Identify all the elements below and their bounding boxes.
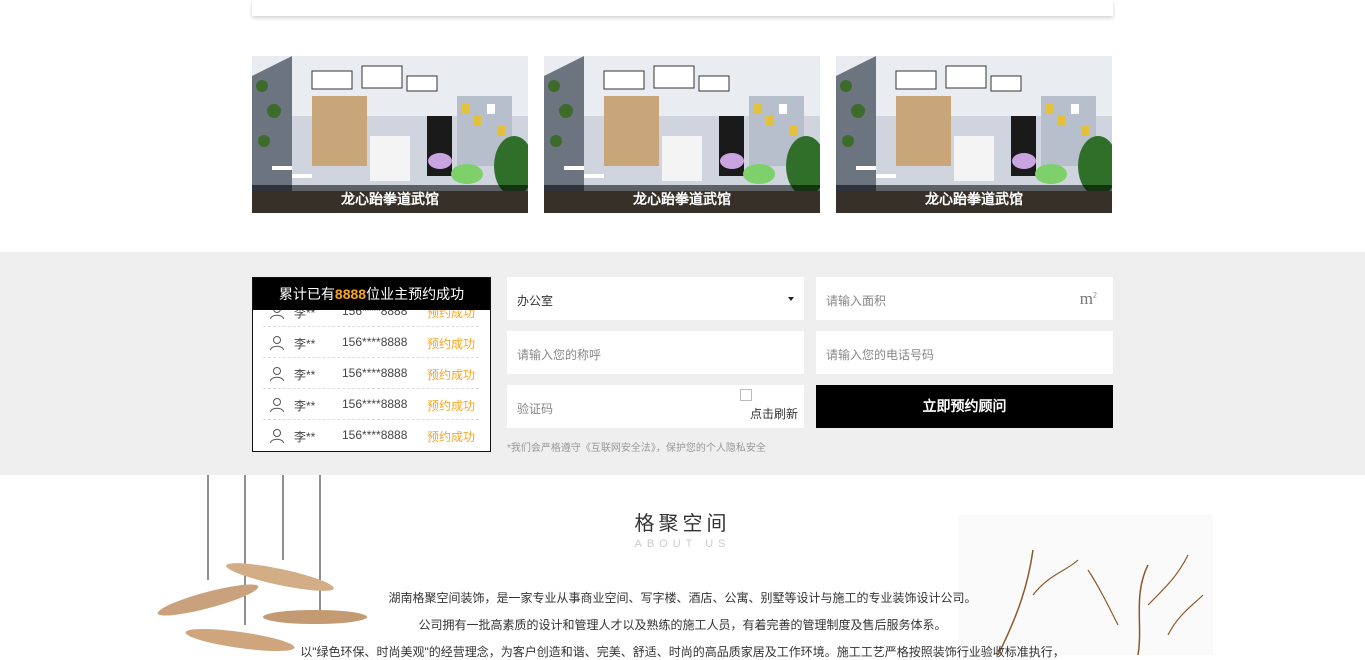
ticker-name: 李**	[294, 310, 316, 320]
area-unit-base: m	[1079, 289, 1093, 308]
chevron-down-icon	[788, 297, 794, 301]
ticker-name: 李**	[294, 368, 316, 382]
case-card[interactable]: 龙心跆拳道武馆	[544, 56, 820, 213]
ticker-row: 李** 156****8888 预约成功	[263, 420, 479, 450]
ticker-row: 李** 156****8888 预约成功	[263, 389, 479, 420]
ticker-status: 预约成功	[426, 399, 475, 413]
ticker-status: 预约成功	[426, 310, 475, 320]
captcha-input[interactable]: 验证码 点击刷新	[507, 385, 804, 428]
captcha-placeholder: 验证码	[517, 402, 554, 416]
ticker-name: 李**	[294, 430, 316, 444]
ticker-phone: 156****8888	[342, 397, 408, 411]
ticker-status: 预约成功	[426, 430, 475, 444]
captcha-image[interactable]: 点击刷新	[740, 389, 798, 423]
case-grid: 龙心跆拳道武馆 龙心跆拳道武馆 龙心跆拳道武馆	[252, 56, 1113, 213]
ticker-status: 预约成功	[426, 337, 475, 351]
user-icon	[270, 336, 284, 351]
ticker-status: 预约成功	[426, 368, 475, 382]
area-unit: m2	[1080, 289, 1097, 309]
about-title: 格聚空间	[634, 513, 731, 535]
ticker-header: 累计已有8888位业主预约成功	[253, 278, 490, 310]
privacy-note: *我们会严格遵守《互联网安全法》，保护您的个人隐私安全	[507, 443, 766, 454]
broken-image-icon	[740, 389, 752, 401]
captcha-refresh-label: 点击刷新	[750, 407, 799, 421]
space-type-value: 办公室	[517, 294, 554, 308]
ticker-head-suffix: 位业主预约成功	[366, 286, 465, 302]
top-card	[252, 0, 1113, 16]
area-unit-sup: 2	[1093, 290, 1097, 300]
about-paragraph: 以"绿色环保、时尚美观"的经营理念，为客户创造和谐、完美、舒适、时尚的高品质家居…	[300, 645, 1065, 659]
ticker-name: 李**	[294, 337, 316, 351]
ticker-row: 李** 156****8888 预约成功	[263, 310, 479, 327]
phone-placeholder: 请输入您的电话号码	[826, 348, 935, 362]
case-caption: 龙心跆拳道武馆	[836, 185, 1112, 213]
about-paragraph: 公司拥有一批高素质的设计和管理人才以及熟练的施工人员，有着完善的管理制度及售后服…	[418, 618, 947, 632]
ticker-phone: 156****8888	[342, 428, 408, 442]
ticker-phone: 156****8888	[342, 335, 408, 349]
ticker-phone: 156****8888	[342, 366, 408, 380]
area-input[interactable]: 请输入面积 m2	[816, 277, 1113, 320]
about-subtitle: ABOUT US	[634, 538, 731, 550]
ticker-row: 李** 156****8888 预约成功	[263, 327, 479, 358]
booking-ticker: 累计已有8888位业主预约成功 李** 156****8888 预约成功 李**…	[252, 277, 491, 452]
ticker-head-prefix: 累计已有	[278, 286, 335, 302]
submit-booking-button[interactable]: 立即预约顾问	[816, 385, 1113, 428]
ticker-list: 李** 156****8888 预约成功 李** 156****8888 预约成…	[253, 310, 490, 450]
area-placeholder: 请输入面积	[826, 294, 887, 308]
about-paragraph: 湖南格聚空间装饰，是一家专业从事商业空间、写字楼、酒店、公寓、别墅等设计与施工的…	[388, 591, 977, 605]
space-type-select[interactable]: 办公室	[507, 277, 804, 320]
user-icon	[270, 367, 284, 382]
ticker-name: 李**	[294, 399, 316, 413]
phone-input[interactable]: 请输入您的电话号码	[816, 331, 1113, 374]
name-input[interactable]: 请输入您的称呼	[507, 331, 804, 374]
name-placeholder: 请输入您的称呼	[517, 348, 602, 362]
case-card[interactable]: 龙心跆拳道武馆	[252, 56, 528, 213]
case-caption: 龙心跆拳道武馆	[544, 185, 820, 213]
ticker-phone: 156****8888	[342, 310, 408, 318]
user-icon	[270, 310, 284, 320]
ticker-count: 8888	[334, 286, 367, 302]
user-icon	[270, 398, 284, 413]
case-card[interactable]: 龙心跆拳道武馆	[836, 56, 1112, 213]
user-icon	[270, 429, 284, 444]
ticker-row: 李** 156****8888 预约成功	[263, 358, 479, 389]
branches-decoration	[958, 515, 1213, 655]
case-caption: 龙心跆拳道武馆	[252, 185, 528, 213]
